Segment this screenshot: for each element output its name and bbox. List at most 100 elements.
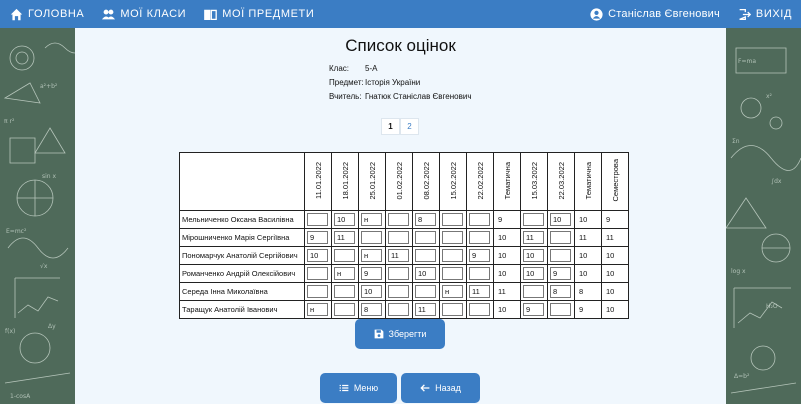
grade-input[interactable]: [361, 231, 382, 244]
grade-input[interactable]: [442, 249, 463, 262]
grade-input[interactable]: [388, 267, 409, 280]
grade-input[interactable]: [415, 285, 436, 298]
grade-cell: 9: [601, 210, 629, 229]
grade-input[interactable]: 9: [523, 303, 544, 316]
grade-input[interactable]: [334, 249, 355, 262]
grade-input[interactable]: [469, 231, 490, 244]
grade-input[interactable]: 11: [415, 303, 436, 316]
grade-input[interactable]: [469, 267, 490, 280]
nav-my-subjects[interactable]: МОЇ ПРЕДМЕТИ: [195, 0, 323, 28]
grade-value: 9: [579, 305, 584, 314]
grade-input[interactable]: 9: [469, 249, 490, 262]
grade-cell: 10: [493, 264, 521, 283]
grade-cell: [385, 282, 413, 301]
grade-input[interactable]: 11: [469, 285, 490, 298]
page-2-button[interactable]: 2: [400, 118, 419, 135]
grade-input[interactable]: [388, 303, 409, 316]
table-row: Пономарчук Анатолій Сергійович 10 н 11 9 10 10…: [179, 246, 629, 265]
grade-cell: 10: [331, 210, 359, 229]
grade-input[interactable]: [550, 231, 571, 244]
grade-input[interactable]: 8: [415, 213, 436, 226]
home-icon: [10, 8, 23, 21]
column-header-label: Тематична: [583, 161, 593, 200]
grade-input[interactable]: 11: [388, 249, 409, 262]
grade-cell: [439, 210, 467, 229]
grade-cell: 11: [574, 228, 602, 247]
grade-input[interactable]: [415, 231, 436, 244]
grade-input[interactable]: [388, 231, 409, 244]
nav-my-classes[interactable]: МОЇ КЛАСИ: [93, 0, 195, 28]
grade-input[interactable]: [415, 249, 436, 262]
grade-input[interactable]: 10: [307, 249, 328, 262]
grade-input[interactable]: н: [361, 249, 382, 262]
grade-cell: 11: [466, 282, 494, 301]
grade-input[interactable]: 8: [550, 285, 571, 298]
grade-cell: 10: [412, 264, 440, 283]
grade-input[interactable]: н: [307, 303, 328, 316]
grade-input[interactable]: [469, 303, 490, 316]
grade-input[interactable]: 10: [550, 213, 571, 226]
grade-input[interactable]: 10: [361, 285, 382, 298]
grade-cell: [412, 228, 440, 247]
grade-input[interactable]: [523, 213, 544, 226]
grade-cell: [520, 282, 548, 301]
grade-input[interactable]: н: [442, 285, 463, 298]
chalkboard-right-decoration: F=ma x² Σn ∫dx log x H₂O Δ=b²: [726, 28, 801, 404]
grade-input[interactable]: [523, 285, 544, 298]
grade-cell: [439, 246, 467, 265]
grade-input[interactable]: [550, 303, 571, 316]
nav-home[interactable]: ГОЛОВНА: [0, 0, 93, 28]
grade-input[interactable]: 9: [550, 267, 571, 280]
grade-input[interactable]: [334, 303, 355, 316]
grade-input[interactable]: 9: [307, 231, 328, 244]
column-header: 22.03.2022: [547, 152, 575, 211]
people-icon: [102, 8, 116, 21]
grade-input[interactable]: [307, 267, 328, 280]
grade-input[interactable]: 11: [334, 231, 355, 244]
grade-value: 10: [498, 251, 507, 260]
page-title: Список оцінок: [345, 36, 456, 55]
grade-input[interactable]: [388, 213, 409, 226]
column-header-label: 15.02.2022: [448, 161, 458, 200]
grade-input[interactable]: [388, 285, 409, 298]
nav-user-profile[interactable]: Станіслав Євгенович: [581, 0, 729, 28]
grade-input[interactable]: [442, 267, 463, 280]
save-button[interactable]: Зберегти: [355, 319, 445, 349]
grade-input[interactable]: 10: [334, 213, 355, 226]
account-circle-icon: [590, 7, 603, 21]
grade-input[interactable]: [442, 213, 463, 226]
grade-cell: [304, 210, 332, 229]
grade-input[interactable]: 9: [361, 267, 382, 280]
back-button[interactable]: Назад: [401, 373, 480, 403]
class-info: Клас: 5-А Предмет: Історія України Вчите…: [329, 61, 472, 103]
table-row: Середа Інна Миколаївна 10 н 11 11 8 8 10: [179, 282, 629, 301]
grade-input[interactable]: 8: [361, 303, 382, 316]
grade-input[interactable]: н: [361, 213, 382, 226]
student-name: Середа Інна Миколаївна: [179, 282, 305, 301]
grade-input[interactable]: [442, 231, 463, 244]
grade-input[interactable]: 10: [415, 267, 436, 280]
student-name: Мірошниченко Марія Сергіївна: [179, 228, 305, 247]
page-1-button[interactable]: 1: [381, 118, 400, 135]
nav-logout-label: ВИХІД: [755, 8, 792, 20]
grade-input[interactable]: 10: [523, 267, 544, 280]
grade-input[interactable]: [550, 249, 571, 262]
grade-input[interactable]: [469, 213, 490, 226]
menu-button[interactable]: Меню: [320, 373, 397, 403]
grade-input[interactable]: [334, 285, 355, 298]
teacher-info-row: Вчитель: Гнатюк Станіслав Євгенович: [329, 89, 472, 103]
grade-input[interactable]: [307, 285, 328, 298]
grade-input[interactable]: 10: [523, 249, 544, 262]
arrow-left-icon: [420, 383, 430, 393]
grade-input[interactable]: 11: [523, 231, 544, 244]
grade-input[interactable]: н: [334, 267, 355, 280]
grade-cell: 10: [601, 246, 629, 265]
grade-cell: 10: [547, 210, 575, 229]
grade-cell: 10: [493, 300, 521, 319]
nav-logout[interactable]: ВИХІД: [729, 0, 801, 28]
svg-text:F=ma: F=ma: [738, 58, 756, 65]
grade-input[interactable]: [442, 303, 463, 316]
grade-input[interactable]: [307, 213, 328, 226]
grade-cell: 10: [493, 246, 521, 265]
svg-text:H₂O: H₂O: [766, 303, 778, 310]
